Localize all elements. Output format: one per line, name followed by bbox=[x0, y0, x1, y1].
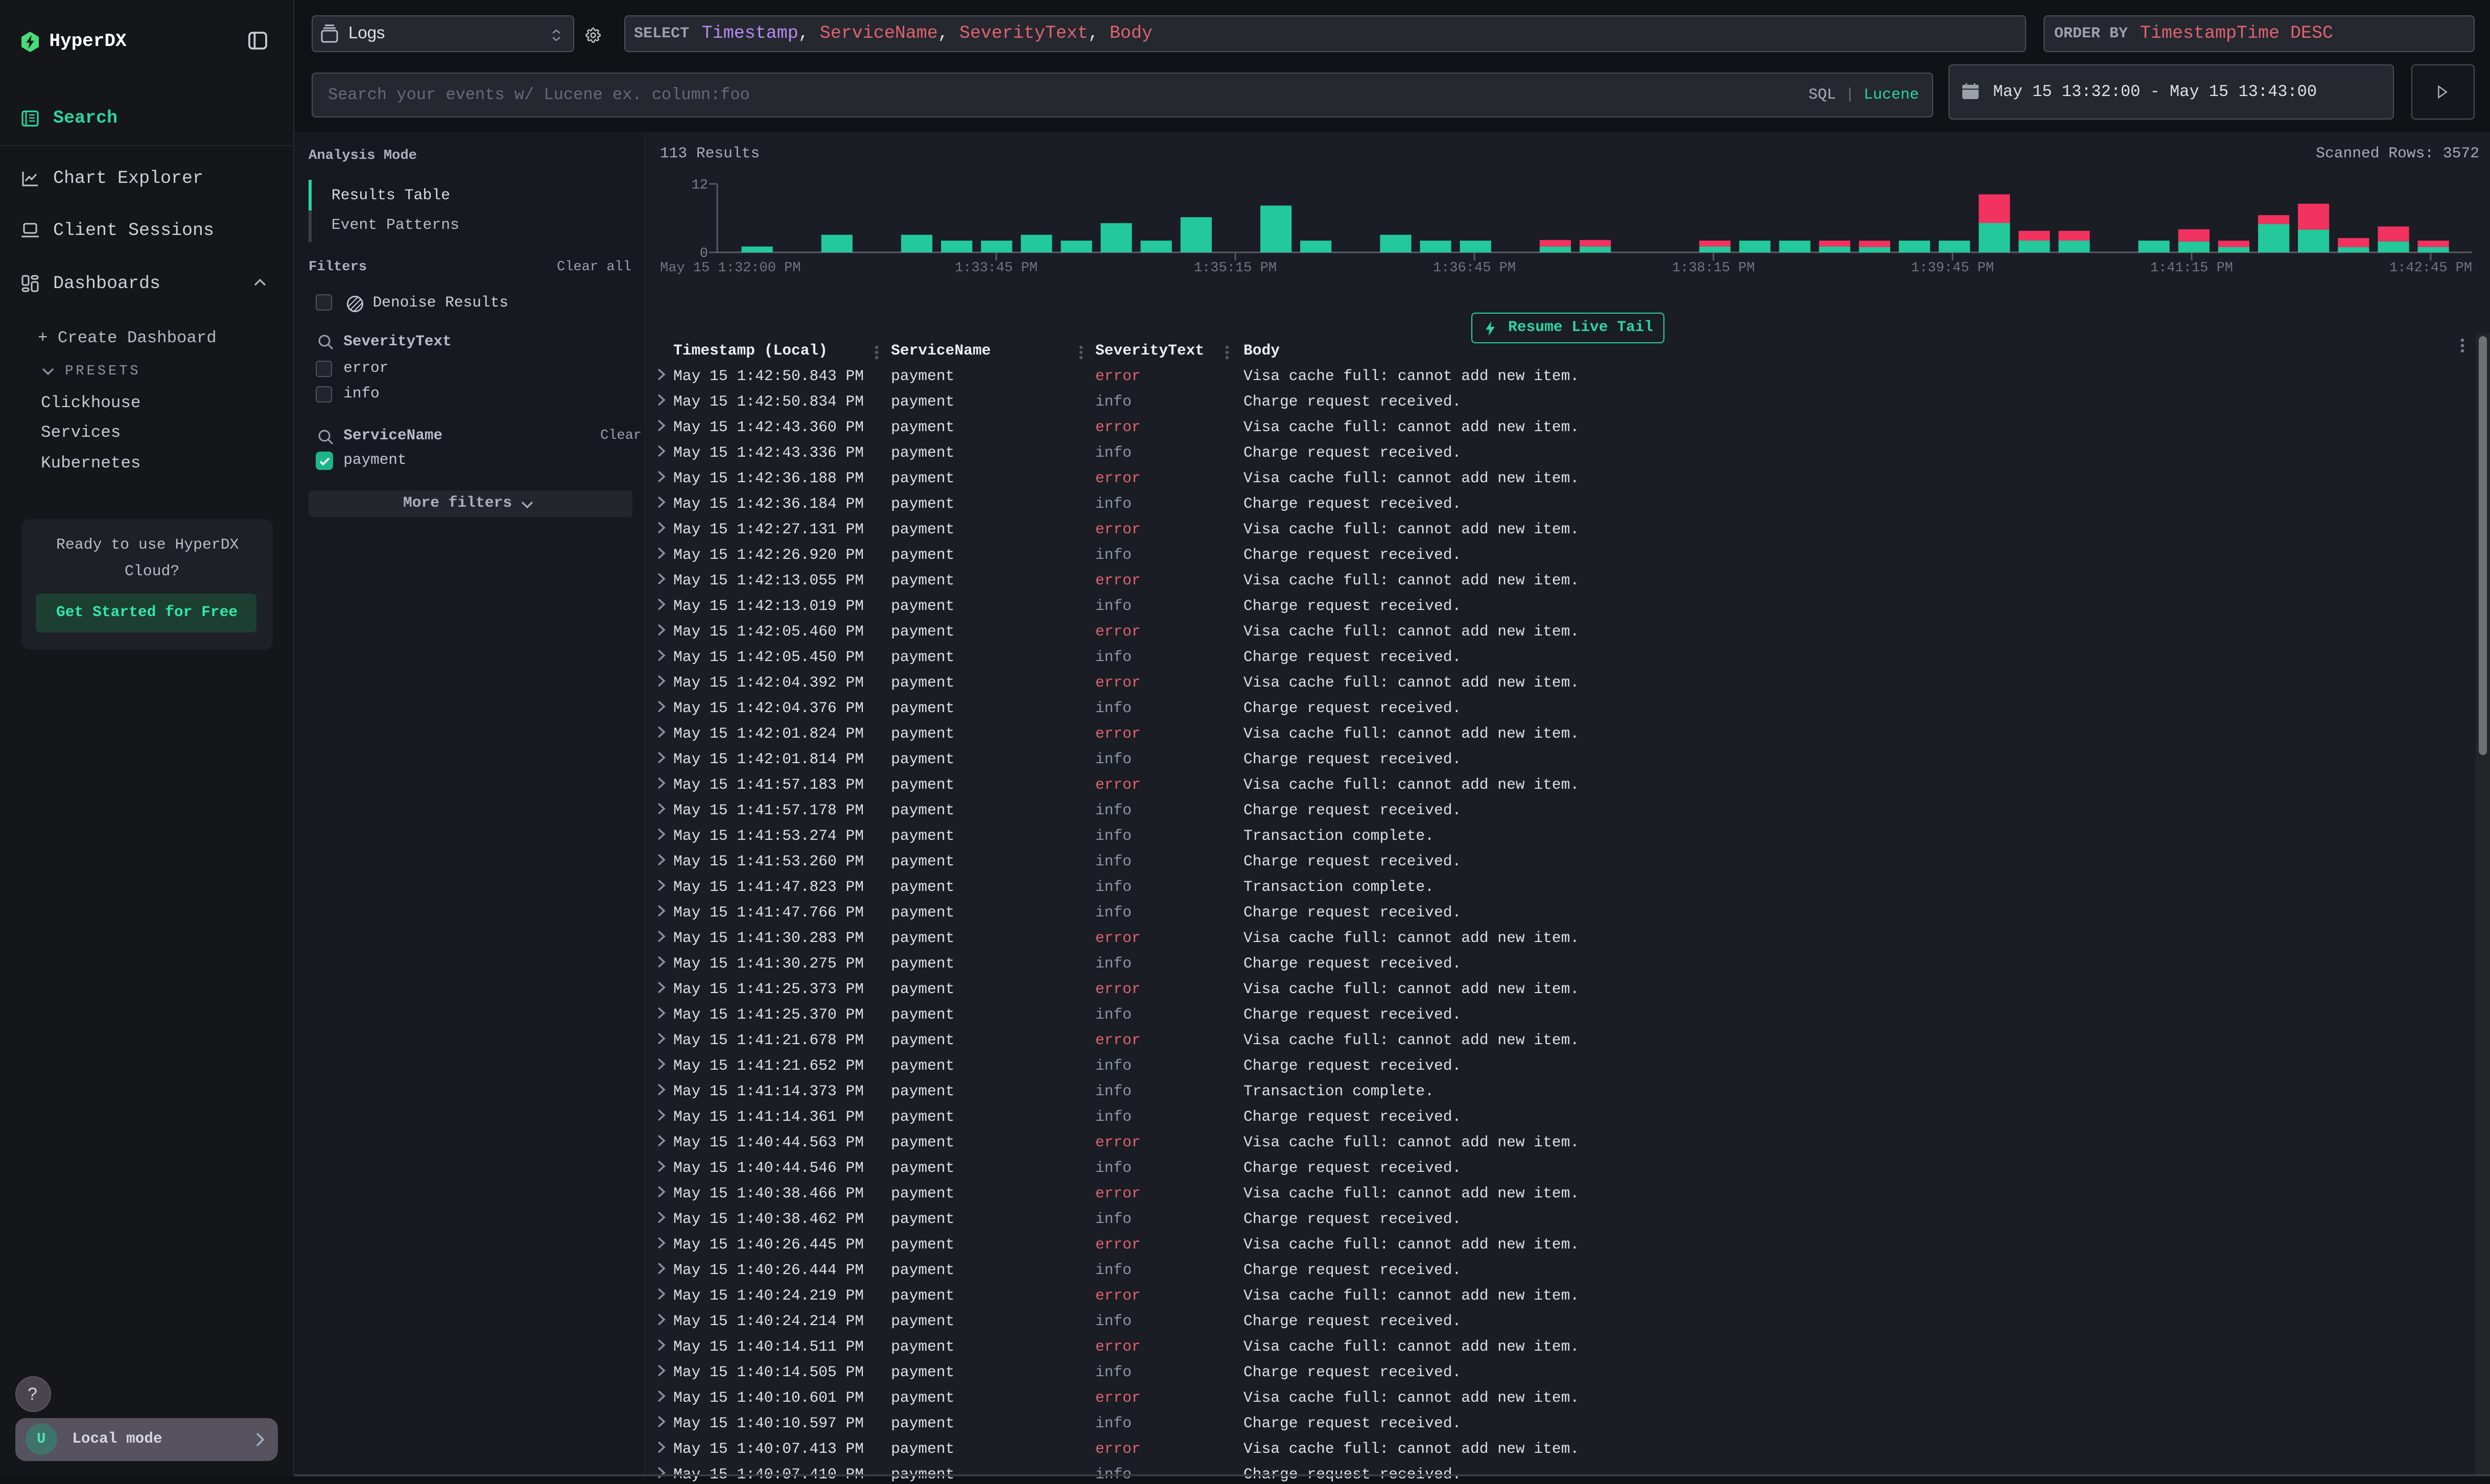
svg-text:0: 0 bbox=[700, 246, 708, 262]
svg-text:1:41:15 PM: 1:41:15 PM bbox=[2150, 261, 2233, 276]
svg-text:1:42:45 PM: 1:42:45 PM bbox=[2389, 261, 2472, 276]
svg-text:1:38:15 PM: 1:38:15 PM bbox=[1672, 261, 1755, 276]
svg-text:1:33:45 PM: 1:33:45 PM bbox=[955, 261, 1038, 276]
svg-text:1:39:45 PM: 1:39:45 PM bbox=[1911, 261, 1994, 276]
svg-text:May 15 1:32:00 PM: May 15 1:32:00 PM bbox=[660, 261, 801, 276]
svg-text:1:36:45 PM: 1:36:45 PM bbox=[1433, 261, 1516, 276]
svg-text:1:35:15 PM: 1:35:15 PM bbox=[1194, 261, 1277, 276]
svg-text:12: 12 bbox=[692, 178, 708, 193]
